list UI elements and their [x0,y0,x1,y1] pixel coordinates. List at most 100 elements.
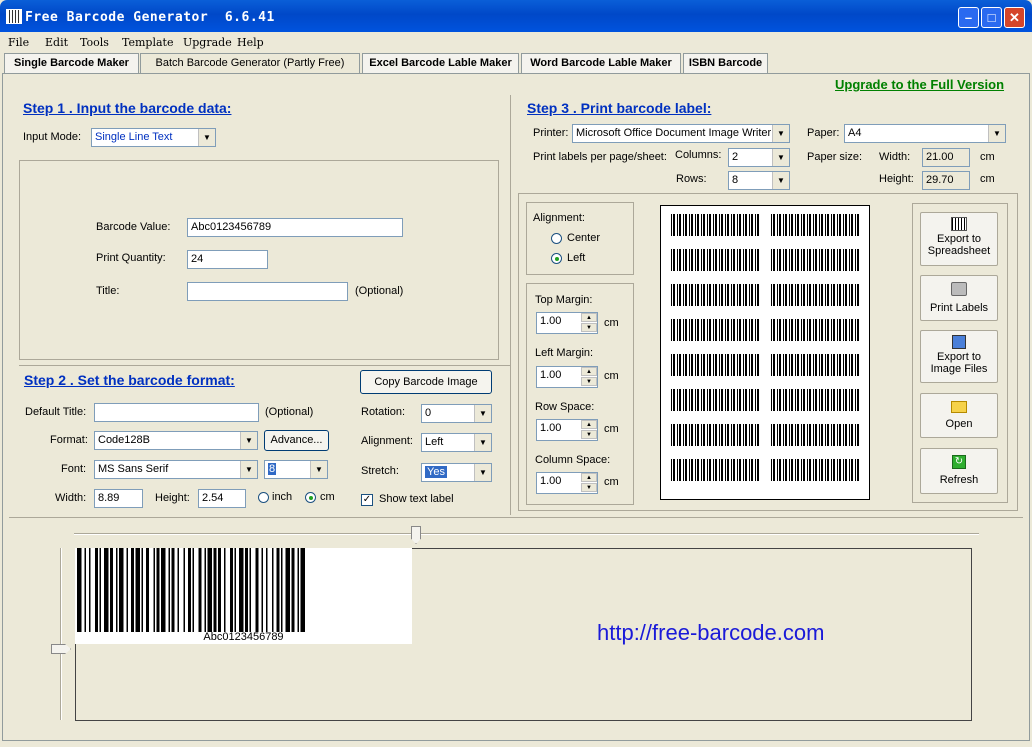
tab-batch-barcode[interactable]: Batch Barcode Generator (Partly Free) [140,53,360,73]
stretch-select[interactable]: Yes ▼ [421,463,492,482]
tab-isbn[interactable]: ISBN Barcode [683,53,768,73]
barcode-bar [300,548,305,632]
close-button[interactable]: ✕ [1004,7,1025,28]
spin-up-icon[interactable]: ▲ [581,473,597,482]
paper-select[interactable]: A4 ▼ [844,124,1006,143]
columns-select[interactable]: 2 ▼ [728,148,790,167]
font-select[interactable]: MS Sans Serif ▼ [94,460,258,479]
label-preview-barcode [671,249,761,271]
format-select[interactable]: Code128B ▼ [94,431,258,450]
divider [19,365,511,366]
default-title-input[interactable] [94,403,259,422]
refresh-button[interactable]: ↻ Refresh [920,448,998,494]
row-space-label: Row Space: [535,401,595,413]
menu-edit[interactable]: Edit [45,36,68,49]
top-margin-value: 1.00 [540,315,562,327]
printer-select[interactable]: Microsoft Office Document Image Writer ▼ [572,124,790,143]
export-spreadsheet-button[interactable]: Export to Spreadsheet [920,212,998,266]
barcode-alignment-select[interactable]: Left ▼ [421,433,492,452]
label-grid [671,214,861,494]
copy-barcode-image-button[interactable]: Copy Barcode Image [360,370,492,394]
left-margin-input[interactable]: 1.00 ▲ ▼ [536,366,598,388]
show-text-label-text: Show text label [379,493,454,505]
open-button[interactable]: Open [920,393,998,438]
window-title: Free Barcode Generator 6.6.41 [25,10,275,25]
print-quantity-input[interactable]: 24 [187,250,268,269]
column-space-input[interactable]: 1.00 ▲ ▼ [536,472,598,494]
unit-cm-radio[interactable] [305,492,316,503]
barcode-bar [104,548,109,632]
font-size-select[interactable]: 8 ▼ [264,460,328,479]
align-center-label: Center [567,232,601,244]
menu-help[interactable]: Help [237,36,264,49]
barcode-bar [266,548,268,632]
barcode-bar [161,548,166,632]
spin-up-icon[interactable]: ▲ [581,367,597,376]
barcode-bar [291,548,295,632]
input-mode-select[interactable]: Single Line Text ▼ [91,128,216,147]
paper-width-label: Width: [879,151,911,163]
print-labels-button[interactable]: Print Labels [920,275,998,321]
paper-height-label: Height: [879,173,914,185]
tab-excel-label[interactable]: Excel Barcode Lable Maker [362,53,519,73]
paper-width-input[interactable]: 21.00 [922,148,970,167]
menu-upgrade[interactable]: Upgrade [183,36,232,49]
maximize-button[interactable]: □ [981,7,1002,28]
barcode-image: Abc0123456789 [75,548,412,644]
barcode-bar [281,548,283,632]
barcode-alignment-value: Left [425,436,444,448]
title-input[interactable] [187,282,348,301]
export-image-line1: Export to [936,351,982,363]
minimize-button[interactable]: – [958,7,979,28]
menu-template[interactable]: Template [122,36,173,49]
align-center-radio[interactable] [551,233,562,244]
export-image-files-button[interactable]: Export to Image Files [920,330,998,383]
spin-down-icon[interactable]: ▼ [581,377,597,386]
rows-select[interactable]: 8 ▼ [728,171,790,190]
rotation-select[interactable]: 0 ▼ [421,404,492,423]
vertical-divider [510,95,511,515]
barcode-bar [119,548,124,632]
top-margin-input[interactable]: 1.00 ▲ ▼ [536,312,598,334]
vertical-ruler-slider[interactable] [60,548,62,720]
spin-up-icon[interactable]: ▲ [581,420,597,429]
left-margin-label: Left Margin: [535,347,594,359]
column-space-label: Column Space: [535,454,611,466]
width-input[interactable]: 8.89 [94,489,143,508]
barcode-bar [141,548,143,632]
dropdown-arrow-icon: ▼ [474,434,491,451]
title-label: Title: [96,285,120,297]
upgrade-link[interactable]: Upgrade to the Full Version [835,77,1004,92]
printer-icon [951,282,967,296]
menu-tools[interactable]: Tools [80,36,109,49]
paper-height-input[interactable]: 29.70 [922,171,970,190]
spin-down-icon[interactable]: ▼ [581,430,597,439]
advance-button[interactable]: Advance... [264,430,329,451]
barcode-value-input[interactable]: Abc0123456789 [187,218,403,237]
spin-down-icon[interactable]: ▼ [581,323,597,332]
menu-file[interactable]: File [8,36,29,49]
horizontal-ruler-slider[interactable] [74,533,979,535]
tab-word-label[interactable]: Word Barcode Lable Maker [521,53,681,73]
barcode-bar [110,548,113,632]
paper-size-label: Paper size: [807,151,863,163]
barcode-bar [126,548,128,632]
barcode-bar [255,548,259,632]
align-left-radio[interactable] [551,253,562,264]
tab-single-barcode[interactable]: Single Barcode Maker [4,53,139,73]
paper-value: A4 [848,127,862,139]
barcode-bar [183,548,185,632]
spin-down-icon[interactable]: ▼ [581,483,597,492]
spin-up-icon[interactable]: ▲ [581,313,597,322]
dropdown-arrow-icon: ▼ [310,461,327,478]
height-input[interactable]: 2.54 [198,489,246,508]
unit-inch-radio[interactable] [258,492,269,503]
input-mode-value: Single Line Text [95,131,173,143]
show-text-label-checkbox[interactable]: ✓ [361,494,373,506]
export-spreadsheet-line2: Spreadsheet [927,245,991,257]
label-preview-barcode [771,214,861,236]
label-preview-barcode [771,424,861,446]
label-preview-barcode [771,389,861,411]
row-space-input[interactable]: 1.00 ▲ ▼ [536,419,598,441]
top-margin-unit: cm [604,317,619,329]
